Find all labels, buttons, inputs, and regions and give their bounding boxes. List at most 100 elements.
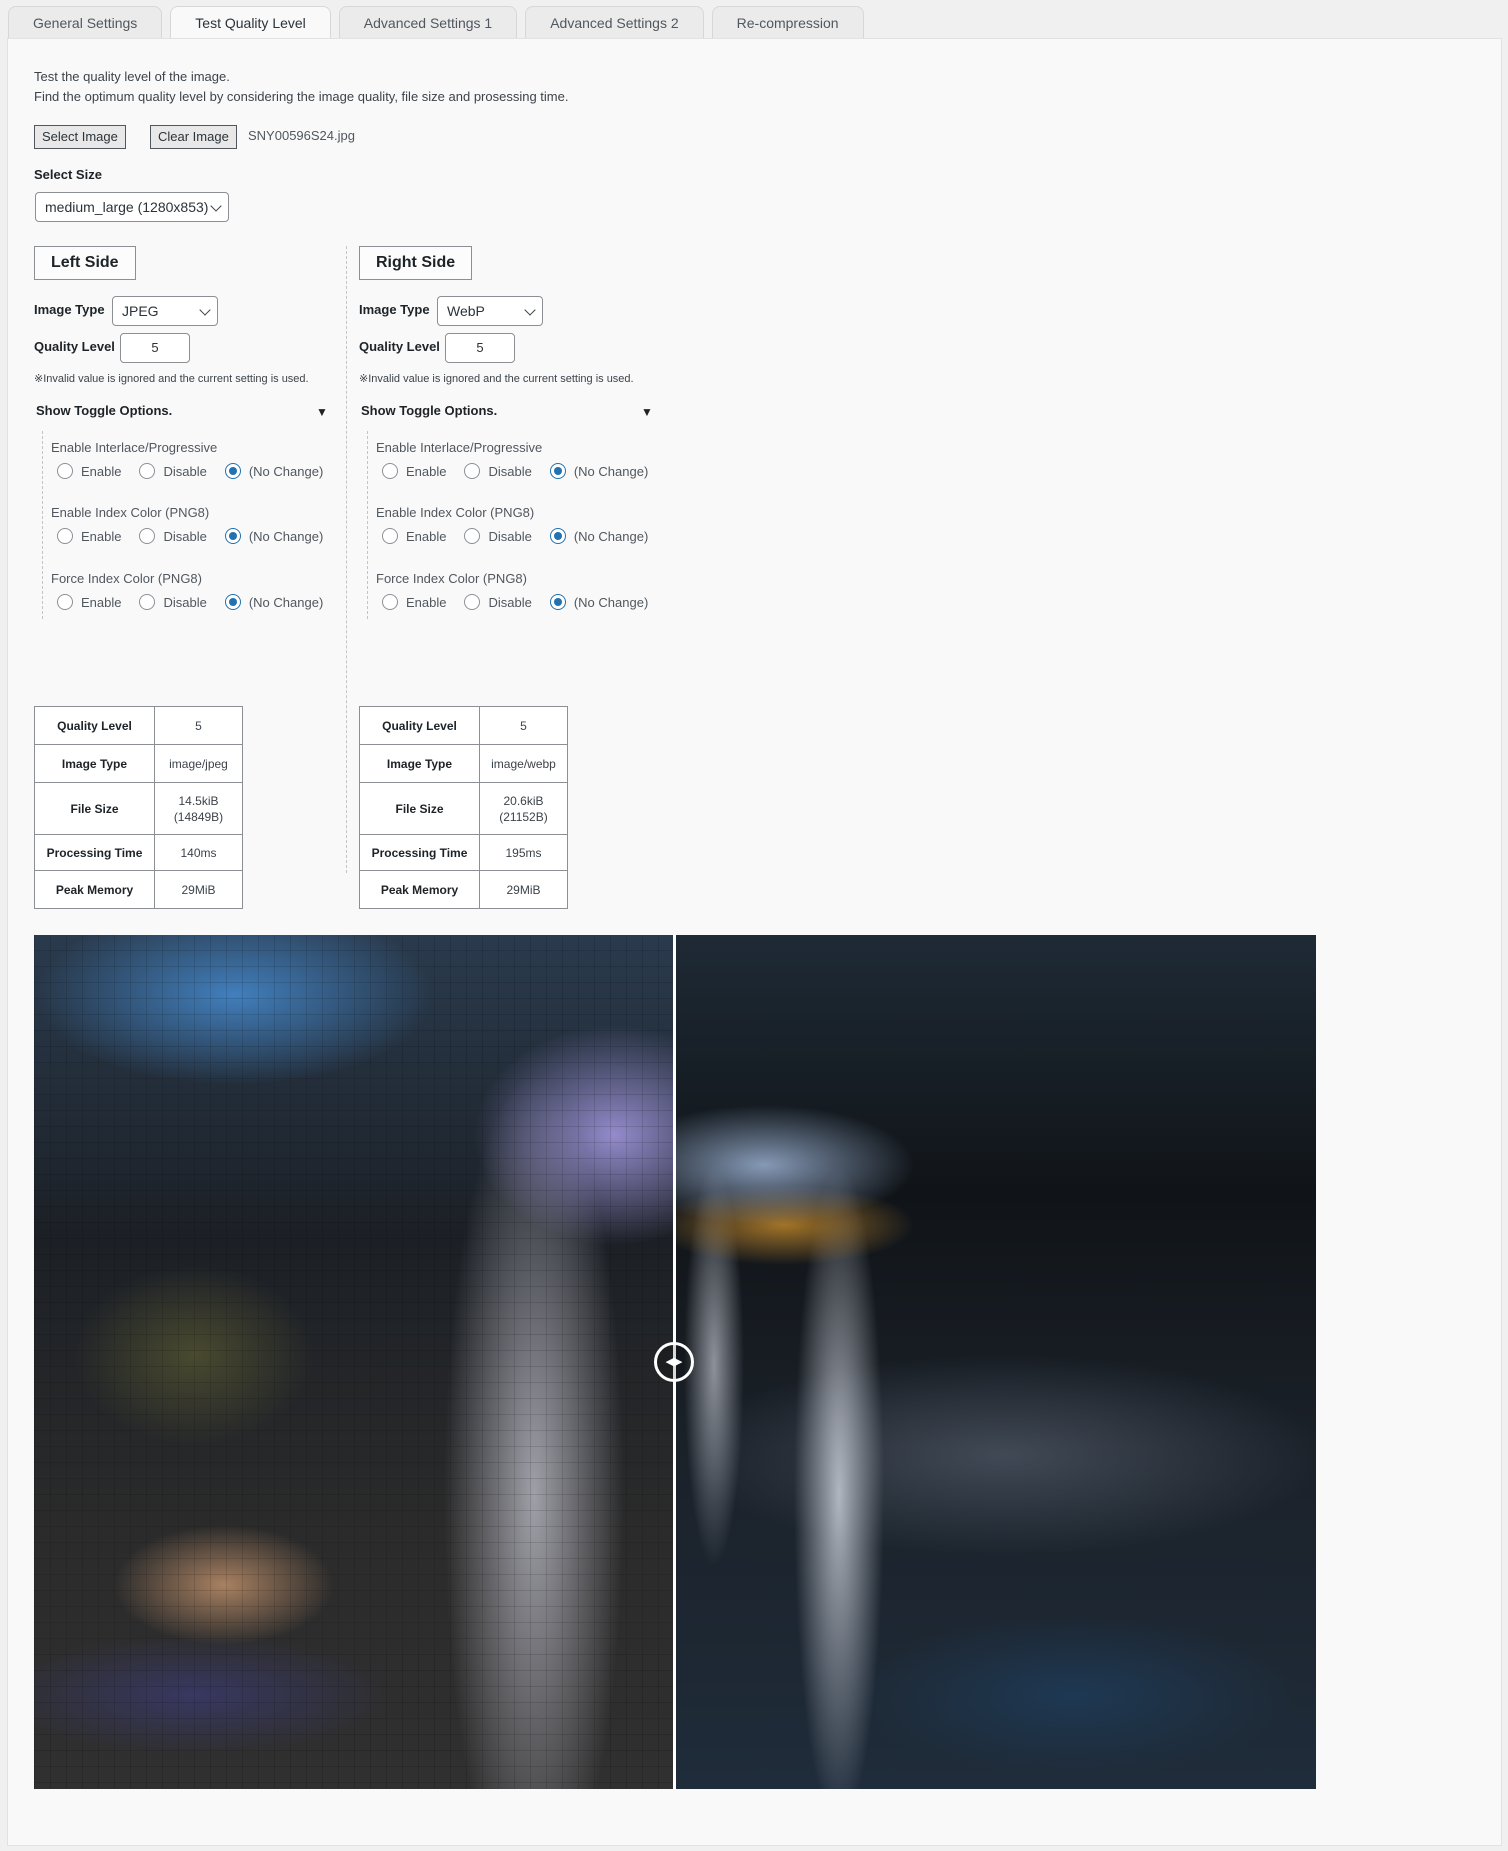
left-index-no-change[interactable]: (No Change) [224, 528, 324, 544]
left-interlace-no-change[interactable]: (No Change) [224, 463, 324, 479]
radio-label: Disable [488, 594, 532, 610]
right-force-enable[interactable]: Enable [382, 594, 446, 610]
left-interlace-disable[interactable]: Disable [139, 463, 207, 479]
result-value: 5 [479, 706, 568, 745]
size-select[interactable]: medium_large (1280x853) [35, 192, 229, 222]
left-toggle-arrow-icon[interactable]: ▼ [316, 405, 328, 419]
radio-icon[interactable] [464, 463, 481, 479]
right-force-disable[interactable]: Disable [464, 594, 532, 610]
radio-checked-icon[interactable] [549, 594, 566, 610]
radio-checked-icon[interactable] [549, 463, 566, 479]
radio-icon[interactable] [382, 528, 398, 544]
radio-label: (No Change) [248, 594, 324, 610]
radio-icon[interactable] [382, 594, 398, 610]
radio-icon[interactable] [139, 463, 156, 479]
radio-label: Disable [488, 463, 532, 479]
right-force-index-radios: Enable Disable (No Change) [382, 594, 666, 610]
settings-tabs: General Settings Test Quality Level Adva… [8, 6, 864, 40]
left-side-title: Left Side [34, 246, 136, 280]
left-compressed-image [34, 935, 674, 1789]
left-interlace-enable[interactable]: Enable [57, 463, 121, 479]
radio-icon[interactable] [57, 463, 73, 479]
right-interlace-disable[interactable]: Disable [464, 463, 532, 479]
right-toggle-arrow-icon[interactable]: ▼ [641, 405, 653, 419]
right-quality-input[interactable]: 5 [445, 333, 515, 363]
left-toggle-options-header[interactable]: Show Toggle Options. [36, 403, 172, 418]
left-force-no-change[interactable]: (No Change) [224, 594, 324, 610]
radio-label: Disable [163, 463, 207, 479]
radio-label: Disable [163, 594, 207, 610]
radio-label: (No Change) [248, 463, 324, 479]
arrow-left-icon: ◀ [665, 1355, 674, 1368]
result-key: Processing Time [34, 834, 155, 871]
file-size-bytes: (14849B) [173, 809, 224, 824]
left-image-type-select[interactable]: JPEG [112, 296, 218, 326]
result-key: Processing Time [359, 834, 480, 871]
left-force-enable[interactable]: Enable [57, 594, 121, 610]
right-interlace-no-change[interactable]: (No Change) [549, 463, 648, 479]
right-side-panel: Right Side Image Type WebP Quality Level… [346, 246, 666, 909]
slider-arrows-icon[interactable]: ◀ ▶ [654, 1342, 694, 1382]
radio-icon[interactable] [139, 528, 156, 544]
chevron-down-icon [524, 304, 536, 316]
result-key: Peak Memory [359, 870, 480, 909]
left-index-enable[interactable]: Enable [57, 528, 121, 544]
tab-advanced-settings-2[interactable]: Advanced Settings 2 [525, 6, 704, 39]
select-size-label: Select Size [34, 167, 102, 182]
tab-advanced-settings-1[interactable]: Advanced Settings 1 [338, 6, 518, 39]
radio-icon[interactable] [57, 528, 73, 544]
radio-label: (No Change) [573, 528, 649, 544]
radio-checked-icon[interactable] [224, 463, 241, 479]
result-key: Quality Level [359, 706, 480, 745]
right-invalid-note: ※Invalid value is ignored and the curren… [359, 373, 634, 385]
right-toggle-options-header[interactable]: Show Toggle Options. [361, 403, 497, 418]
right-index-disable[interactable]: Disable [464, 528, 532, 544]
result-key: File Size [359, 782, 480, 835]
right-quality-label: Quality Level [359, 339, 440, 354]
radio-icon[interactable] [139, 594, 156, 610]
radio-icon[interactable] [57, 594, 73, 610]
radio-label: (No Change) [248, 528, 324, 544]
right-index-enable[interactable]: Enable [382, 528, 446, 544]
result-value: 140ms [154, 834, 243, 871]
left-index-disable[interactable]: Disable [139, 528, 207, 544]
selected-filename: SNY00596S24.jpg [248, 128, 355, 143]
radio-checked-icon[interactable] [224, 594, 241, 610]
select-image-button[interactable]: Select Image [34, 125, 126, 149]
radio-icon[interactable] [464, 528, 481, 544]
result-key: Image Type [34, 744, 155, 783]
right-index-color-radios: Enable Disable (No Change) [382, 528, 666, 544]
radio-label: Disable [488, 528, 532, 544]
table-row: File Size 14.5kiB (14849B) [34, 782, 243, 835]
radio-icon[interactable] [382, 463, 398, 479]
left-index-color-radios: Enable Disable (No Change) [57, 528, 341, 544]
tab-re-compression[interactable]: Re-compression [711, 6, 864, 39]
right-results-table: Quality Level 5 Image Type image/webp File… [359, 706, 568, 909]
radio-checked-icon[interactable] [224, 528, 241, 544]
test-quality-panel: Test the quality level of the image. Fin… [7, 38, 1502, 1846]
result-key: Quality Level [34, 706, 155, 745]
radio-label: Enable [81, 528, 122, 544]
right-interlace-enable[interactable]: Enable [382, 463, 446, 479]
right-force-no-change[interactable]: (No Change) [549, 594, 648, 610]
intro-line-2: Find the optimum quality level by consid… [34, 89, 569, 104]
right-image-type-value: WebP [447, 303, 485, 319]
radio-label: Enable [81, 594, 122, 610]
right-image-type-select[interactable]: WebP [437, 296, 543, 326]
clear-image-button[interactable]: Clear Image [150, 125, 237, 149]
radio-checked-icon[interactable] [549, 528, 566, 544]
left-quality-input[interactable]: 5 [120, 333, 190, 363]
result-value: image/jpeg [154, 744, 243, 783]
image-comparison-slider[interactable]: ◀ ▶ [34, 935, 1316, 1789]
intro-text: Test the quality level of the image. Fin… [34, 67, 568, 107]
arrow-right-icon: ▶ [674, 1355, 683, 1368]
left-image-type-value: JPEG [122, 303, 159, 319]
tab-test-quality-level[interactable]: Test Quality Level [170, 6, 331, 40]
right-image-type-label: Image Type [359, 302, 430, 317]
radio-icon[interactable] [464, 594, 481, 610]
left-force-disable[interactable]: Disable [139, 594, 207, 610]
tab-general-settings[interactable]: General Settings [8, 6, 163, 39]
radio-label: Enable [406, 528, 447, 544]
table-row: Image Type image/jpeg [34, 744, 243, 783]
right-index-no-change[interactable]: (No Change) [549, 528, 649, 544]
